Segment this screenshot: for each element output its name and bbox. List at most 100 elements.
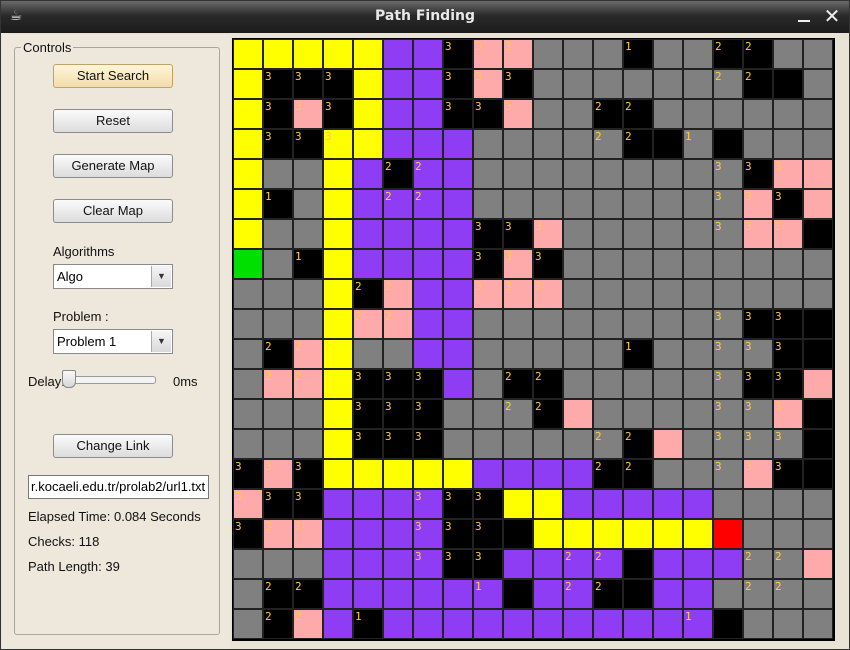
grid-cell[interactable]	[443, 339, 473, 369]
grid-cell[interactable]: 2	[263, 609, 293, 639]
grid-cell[interactable]: 3	[743, 159, 773, 189]
grid-cell[interactable]: 3	[503, 39, 533, 69]
grid-cell[interactable]	[263, 429, 293, 459]
grid-cell[interactable]: 3	[743, 189, 773, 219]
grid-cell[interactable]	[293, 159, 323, 189]
grid-cell[interactable]	[683, 189, 713, 219]
grid-cell[interactable]: 3	[773, 459, 803, 489]
grid-cell[interactable]	[533, 39, 563, 69]
grid-cell[interactable]: 3	[443, 39, 473, 69]
grid-cell[interactable]	[593, 399, 623, 429]
grid-cell[interactable]	[593, 489, 623, 519]
grid-cell[interactable]	[803, 369, 833, 399]
grid-cell[interactable]: 2	[593, 459, 623, 489]
grid-cell[interactable]: 1	[353, 609, 383, 639]
grid-cell[interactable]	[473, 609, 503, 639]
grid-cell[interactable]	[383, 549, 413, 579]
grid-cell[interactable]: 2	[353, 279, 383, 309]
grid-cell[interactable]	[233, 279, 263, 309]
grid-cell[interactable]	[683, 339, 713, 369]
grid-cell[interactable]	[323, 399, 353, 429]
grid-cell[interactable]	[683, 39, 713, 69]
grid-cell[interactable]	[413, 219, 443, 249]
grid-cell[interactable]	[353, 459, 383, 489]
grid-cell[interactable]: 3	[773, 429, 803, 459]
delay-slider-track[interactable]	[68, 376, 156, 384]
grid-cell[interactable]: 3	[713, 339, 743, 369]
grid-cell[interactable]: 3	[293, 69, 323, 99]
grid-cell[interactable]	[803, 249, 833, 279]
grid-cell[interactable]	[293, 429, 323, 459]
grid-cell[interactable]: 3	[773, 189, 803, 219]
grid-cell[interactable]: 3	[743, 309, 773, 339]
grid-cell[interactable]	[593, 279, 623, 309]
grid-cell[interactable]	[653, 339, 683, 369]
grid-cell[interactable]: 2	[263, 369, 293, 399]
grid-cell[interactable]: 1	[623, 39, 653, 69]
grid-cell[interactable]	[593, 39, 623, 69]
grid-cell[interactable]	[623, 579, 653, 609]
grid-cell[interactable]: 3	[773, 219, 803, 249]
grid-cell[interactable]	[563, 39, 593, 69]
grid-cell[interactable]	[533, 339, 563, 369]
grid-cell[interactable]	[713, 249, 743, 279]
grid-cell[interactable]: 3	[473, 489, 503, 519]
grid-cell[interactable]	[803, 579, 833, 609]
grid-cell[interactable]	[533, 69, 563, 99]
grid-cell[interactable]	[563, 279, 593, 309]
grid-cell[interactable]: 3	[473, 99, 503, 129]
grid-cell[interactable]	[413, 309, 443, 339]
grid-cell[interactable]: 3	[473, 39, 503, 69]
grid-cell[interactable]	[773, 249, 803, 279]
grid-cell[interactable]	[233, 39, 263, 69]
grid-cell[interactable]	[443, 429, 473, 459]
grid-cell[interactable]	[713, 129, 743, 159]
grid-cell[interactable]	[293, 549, 323, 579]
grid-cell[interactable]	[593, 189, 623, 219]
grid-cell[interactable]	[443, 279, 473, 309]
grid-cell[interactable]: 3	[713, 429, 743, 459]
grid-cell[interactable]	[623, 519, 653, 549]
grid-cell[interactable]: 3	[293, 459, 323, 489]
grid-cell[interactable]	[803, 339, 833, 369]
grid-cell[interactable]	[353, 129, 383, 159]
grid-cell[interactable]	[683, 549, 713, 579]
grid-cell[interactable]	[653, 159, 683, 189]
grid-cell[interactable]	[233, 219, 263, 249]
grid-cell[interactable]	[443, 459, 473, 489]
grid-cell[interactable]	[353, 489, 383, 519]
grid-cell[interactable]: 3	[413, 399, 443, 429]
grid-cell[interactable]	[323, 609, 353, 639]
grid-cell[interactable]: 2	[503, 399, 533, 429]
grid-cell[interactable]	[653, 459, 683, 489]
grid-cell[interactable]	[683, 69, 713, 99]
grid-cell[interactable]: 3	[713, 219, 743, 249]
grid-cell[interactable]	[413, 279, 443, 309]
grid-cell[interactable]	[623, 249, 653, 279]
grid-cell[interactable]	[443, 609, 473, 639]
grid-cell[interactable]	[743, 609, 773, 639]
grid-cell[interactable]	[263, 39, 293, 69]
grid-cell[interactable]	[233, 369, 263, 399]
grid-cell[interactable]	[743, 249, 773, 279]
grid-cell[interactable]	[353, 339, 383, 369]
grid-cell[interactable]	[563, 249, 593, 279]
grid-cell[interactable]	[473, 189, 503, 219]
grid-cell[interactable]	[653, 189, 683, 219]
grid-cell[interactable]: 3	[443, 519, 473, 549]
grid-cell[interactable]	[773, 129, 803, 159]
grid-cell[interactable]: 2	[383, 189, 413, 219]
grid-cell[interactable]	[323, 489, 353, 519]
grid-cell[interactable]	[263, 219, 293, 249]
grid-cell[interactable]	[233, 159, 263, 189]
delay-slider-thumb[interactable]	[62, 370, 76, 388]
grid-cell[interactable]	[413, 609, 443, 639]
grid-cell[interactable]	[293, 39, 323, 69]
generate-map-button[interactable]: Generate Map	[53, 154, 173, 178]
grid-cell[interactable]	[623, 219, 653, 249]
grid-cell[interactable]	[263, 279, 293, 309]
grid-cell[interactable]: 3	[743, 429, 773, 459]
grid-cell[interactable]: 2	[593, 549, 623, 579]
grid-cell[interactable]	[563, 399, 593, 429]
grid-cell[interactable]	[743, 489, 773, 519]
